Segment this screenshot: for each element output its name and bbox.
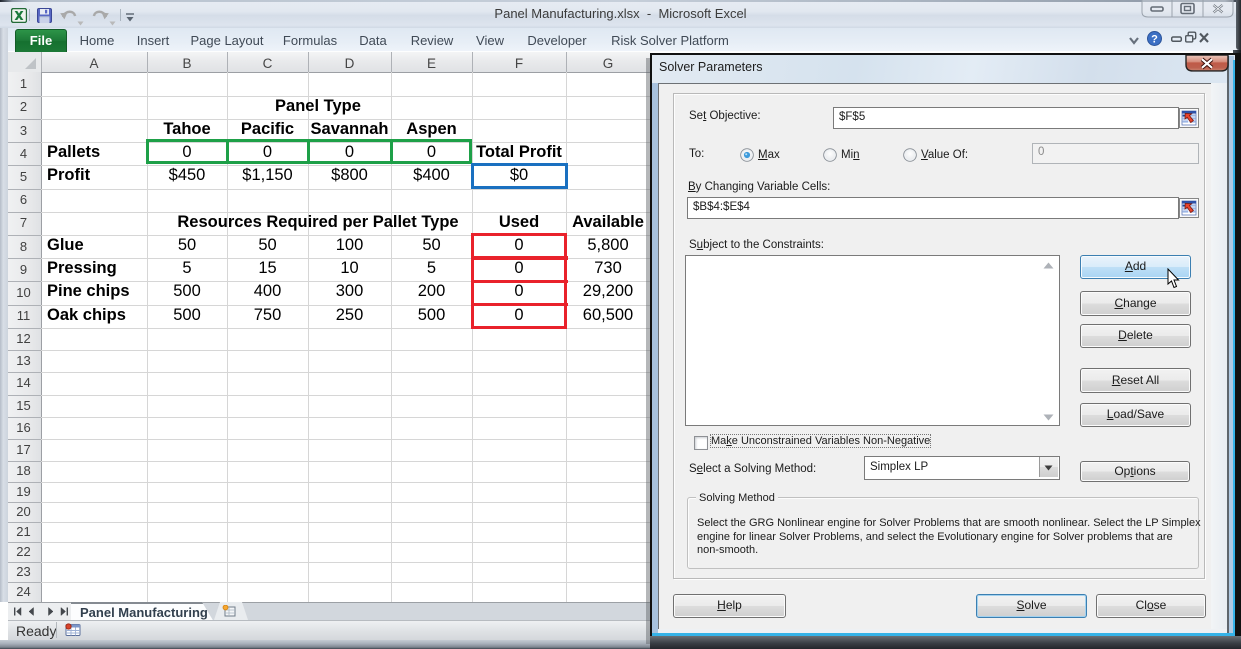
svg-text:?: ?	[1151, 33, 1158, 45]
